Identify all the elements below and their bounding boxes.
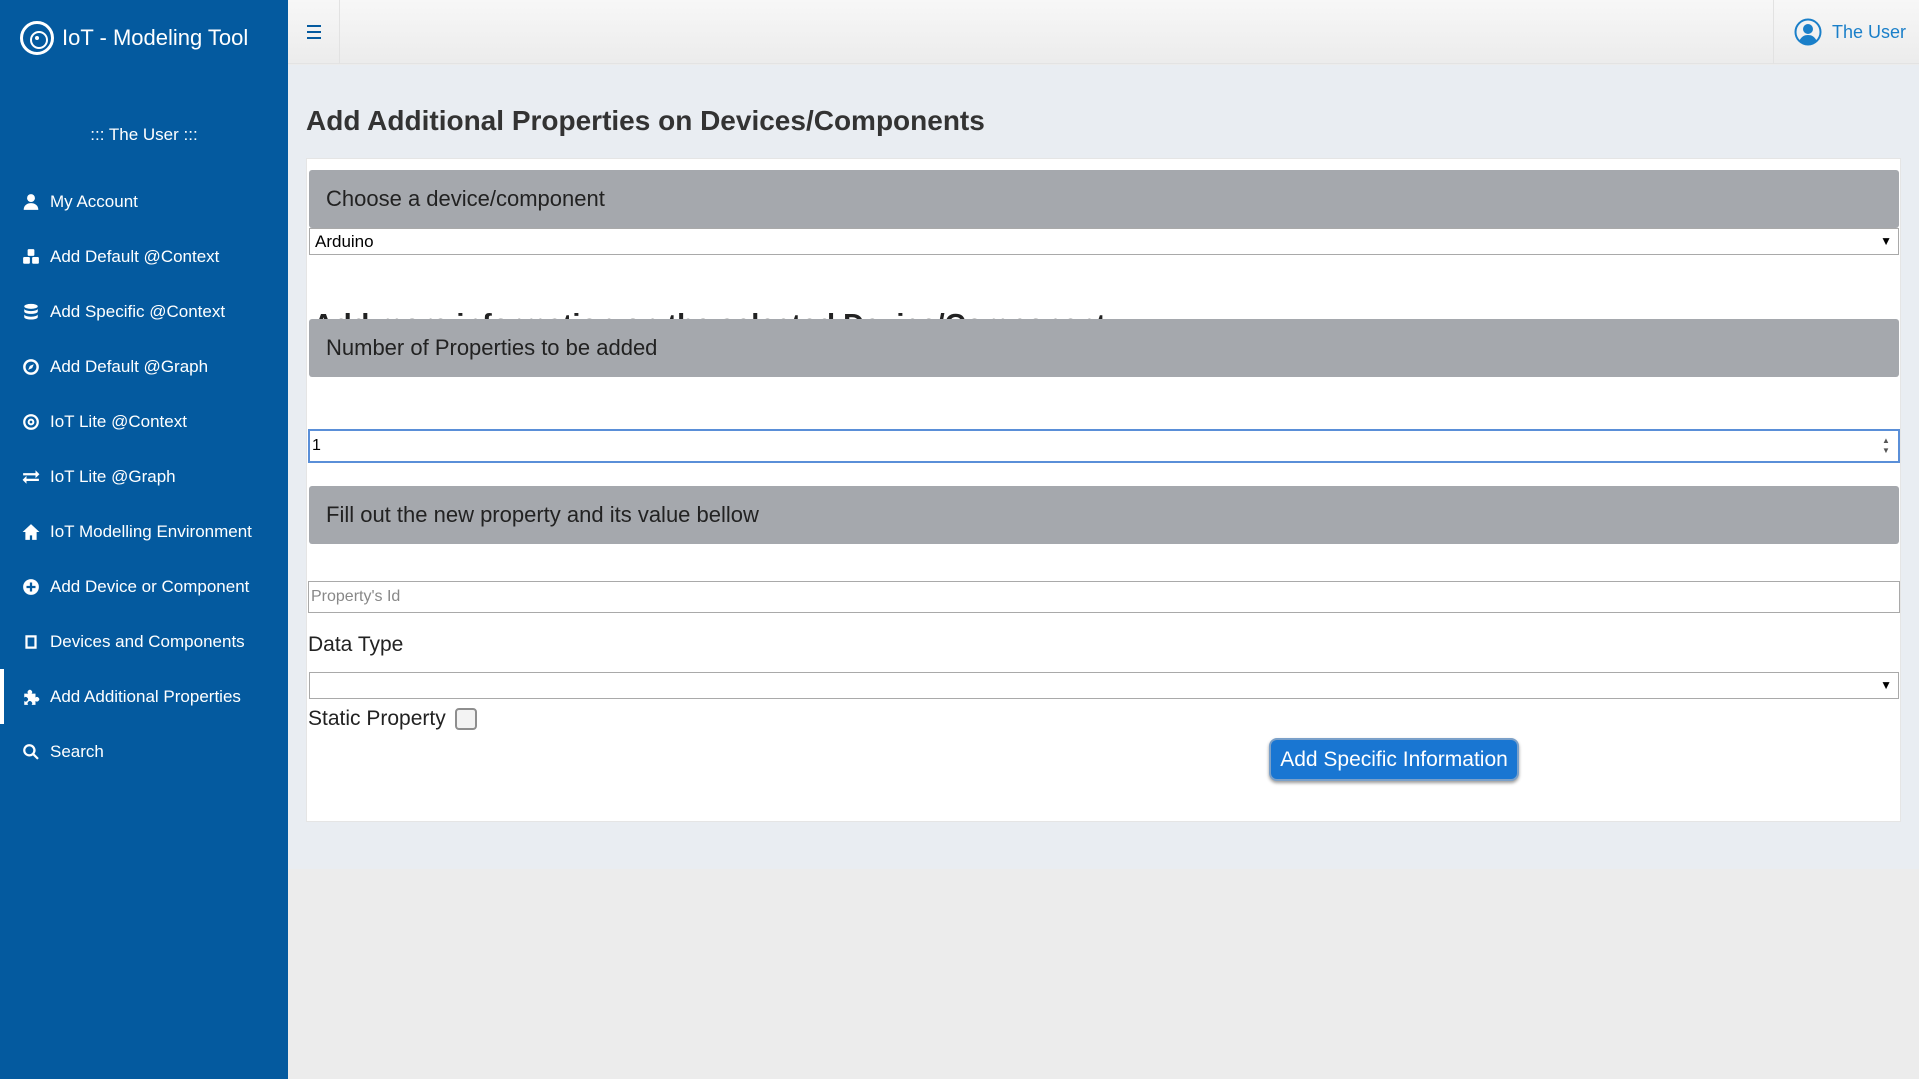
user-name-link: The User [1832, 21, 1907, 42]
sidebar-item-label: IoT Lite @Context [50, 411, 187, 431]
sidebar-item-label: IoT Modelling Environment [50, 521, 252, 541]
form-card: Choose a device/component Arduino ▼ Add … [306, 158, 1901, 822]
sidebar-item-label: Devices and Components [50, 631, 245, 651]
hamburger-icon [306, 23, 321, 41]
exchange-icon [22, 468, 40, 486]
dropdown-arrow-icon: ▼ [1880, 678, 1892, 692]
sidebar-item-devices-and-components[interactable]: Devices and Components [0, 614, 288, 669]
sidebar-item-add-default-context[interactable]: Add Default @Context [0, 229, 288, 284]
sidebar: IoT - Modeling Tool ::: The User ::: My … [0, 0, 288, 1079]
app-logo-icon [20, 21, 54, 55]
num-properties-panel-header: Number of Properties to be added [309, 319, 1899, 377]
menu-toggle-button[interactable] [288, 0, 340, 64]
home-icon [22, 523, 40, 541]
puzzle-icon [22, 688, 40, 706]
bullseye-icon [22, 413, 40, 431]
cubes-icon [22, 248, 40, 266]
sidebar-item-add-specific-context[interactable]: Add Specific @Context [0, 284, 288, 339]
sidebar-item-my-account[interactable]: My Account [0, 174, 288, 229]
data-type-label: Data Type [308, 633, 404, 656]
sidebar-item-label: Add Specific @Context [50, 301, 226, 321]
spinner-up-icon[interactable]: ▲ [1882, 436, 1890, 446]
sidebar-item-search[interactable]: Search [0, 724, 288, 779]
plus-circle-icon [22, 578, 40, 596]
dropdown-arrow-icon: ▼ [1880, 234, 1892, 248]
page-title: Add Additional Properties on Devices/Com… [306, 105, 985, 136]
device-select-value: Arduino [315, 231, 374, 251]
sidebar-item-label: Add Additional Properties [50, 686, 241, 706]
user-icon [22, 193, 40, 211]
sidebar-item-add-device-or-component[interactable]: Add Device or Component [0, 559, 288, 614]
sidebar-item-label: Add Default @Graph [50, 356, 209, 376]
sidebar-item-add-additional-properties[interactable]: Add Additional Properties [0, 669, 288, 724]
sidebar-item-iot-lite-graph[interactable]: IoT Lite @Graph [0, 449, 288, 504]
sidebar-nav: My Account Add Default @Context Add Spec… [0, 174, 288, 779]
device-select[interactable]: Arduino ▼ [309, 228, 1899, 255]
property-id-input[interactable]: Property's Id [308, 581, 1900, 613]
database-icon [22, 303, 40, 321]
user-avatar-icon [1794, 18, 1822, 46]
search-icon [22, 743, 40, 761]
brand[interactable]: IoT - Modeling Tool [20, 20, 248, 56]
choose-device-panel-header: Choose a device/component [309, 170, 1899, 228]
sidebar-item-label: My Account [50, 191, 138, 211]
add-specific-information-button[interactable]: Add Specific Information [1269, 738, 1519, 781]
main-content: Add Additional Properties on Devices/Com… [288, 65, 1919, 869]
number-spinner[interactable]: ▲ ▼ [1878, 434, 1894, 458]
fill-property-panel-header: Fill out the new property and its value … [309, 486, 1899, 544]
sidebar-item-iot-lite-context[interactable]: IoT Lite @Context [0, 394, 288, 449]
spinner-down-icon[interactable]: ▼ [1882, 446, 1890, 456]
num-properties-input[interactable]: 1 ▲ ▼ [308, 429, 1900, 463]
sidebar-item-label: Add Device or Component [50, 576, 250, 596]
sidebar-item-label: Add Default @Context [50, 246, 220, 266]
data-type-select[interactable]: ▼ [309, 672, 1899, 699]
static-property-checkbox[interactable] [455, 708, 477, 730]
sidebar-item-add-default-graph[interactable]: Add Default @Graph [0, 339, 288, 394]
sidebar-item-iot-modelling-environment[interactable]: IoT Modelling Environment [0, 504, 288, 559]
app-title: IoT - Modeling Tool [62, 25, 249, 50]
sidebar-item-label: IoT Lite @Graph [50, 466, 176, 486]
sidebar-user-line: ::: The User ::: [90, 125, 198, 144]
square-icon [22, 633, 40, 651]
property-id-placeholder: Property's Id [311, 588, 401, 605]
sidebar-item-label: Search [50, 741, 104, 761]
static-property-label: Static Property [308, 707, 446, 730]
num-properties-value: 1 [312, 437, 321, 454]
compass-icon [22, 358, 40, 376]
user-menu[interactable]: The User [1773, 0, 1919, 64]
top-bar: The User [288, 0, 1919, 64]
